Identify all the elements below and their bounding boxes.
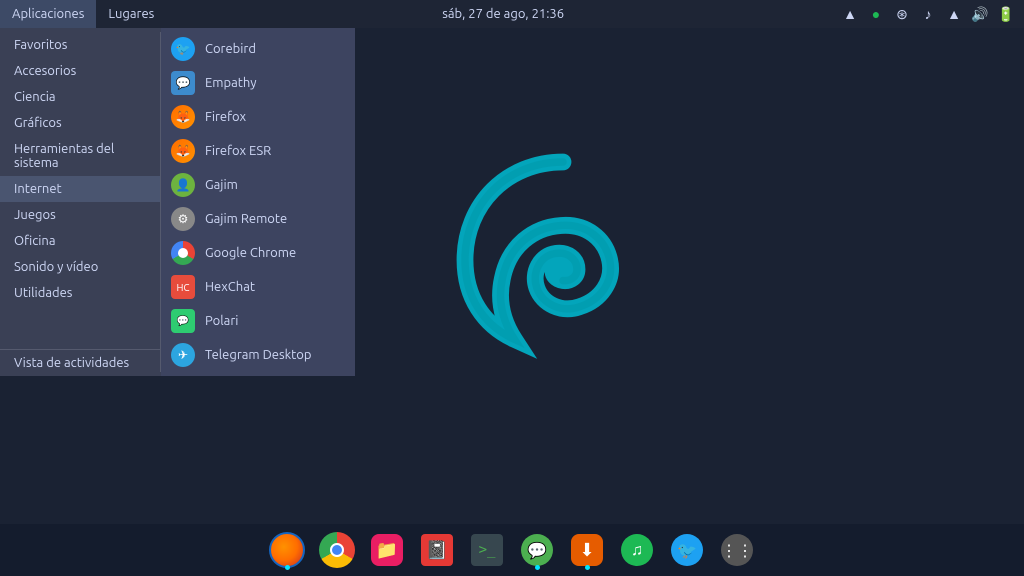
application-menu: Favoritos Accesorios Ciencia Gráficos He… xyxy=(0,28,355,376)
spotify-tray-icon[interactable]: ● xyxy=(866,4,886,24)
app-item-corebird[interactable]: 🐦 Corebird xyxy=(161,32,355,66)
gajim-remote-icon: ⚙ xyxy=(171,207,195,231)
dock-terminal[interactable]: >_ xyxy=(466,529,508,571)
firefox-esr-icon: 🦊 xyxy=(171,139,195,163)
polari-icon: 💬 xyxy=(171,309,195,333)
firefox-icon: 🦊 xyxy=(171,105,195,129)
transmission-active-dot xyxy=(585,565,590,570)
app-label-firefox: Firefox xyxy=(205,110,246,124)
sidebar-item-sonido[interactable]: Sonido y vídeo xyxy=(0,254,160,280)
firefox-dock-icon xyxy=(269,532,305,568)
wechat-dock-icon: 💬 xyxy=(521,534,553,566)
eject-icon[interactable]: ▲ xyxy=(840,4,860,24)
topbar-left: Aplicaciones Lugares xyxy=(0,0,166,28)
gajim-icon: 👤 xyxy=(171,173,195,197)
debian-swirl-logo xyxy=(423,134,703,414)
battery-icon[interactable]: 🔋 xyxy=(996,4,1016,24)
wifi-icon[interactable]: ▲ xyxy=(944,4,964,24)
menu-sidebar: Favoritos Accesorios Ciencia Gráficos He… xyxy=(0,28,160,376)
sidebar-item-internet[interactable]: Internet xyxy=(0,176,160,202)
app-label-firefox-esr: Firefox ESR xyxy=(205,144,271,158)
menu-item-aplicaciones[interactable]: Aplicaciones xyxy=(0,0,96,28)
app-label-hexchat: HexChat xyxy=(205,280,255,294)
chrome-dock-icon xyxy=(319,532,355,568)
taskbar: 📁 📓 >_ 💬 ⬇ ♫ 🐦 ⋮⋮ xyxy=(0,524,1024,576)
sidebar-item-favoritos[interactable]: Favoritos xyxy=(0,32,160,58)
hexchat-icon: HC xyxy=(171,275,195,299)
app-item-empathy[interactable]: 💬 Empathy xyxy=(161,66,355,100)
menu-apps-list: 🐦 Corebird 💬 Empathy 🦊 Firefox 🦊 Firefox… xyxy=(161,28,355,376)
app-item-google-chrome[interactable]: Google Chrome xyxy=(161,236,355,270)
sidebar-item-ciencia[interactable]: Ciencia xyxy=(0,84,160,110)
sidebar-item-graficos[interactable]: Gráficos xyxy=(0,110,160,136)
twitter-dock-icon: 🐦 xyxy=(671,534,703,566)
dock-files[interactable]: 📁 xyxy=(366,529,408,571)
dock-rednotebook[interactable]: 📓 xyxy=(416,529,458,571)
app-label-telegram: Telegram Desktop xyxy=(205,348,311,362)
dock-wechat[interactable]: 💬 xyxy=(516,529,558,571)
app-item-firefox-esr[interactable]: 🦊 Firefox ESR xyxy=(161,134,355,168)
app-item-polari[interactable]: 💬 Polari xyxy=(161,304,355,338)
sidebar-item-utilidades[interactable]: Utilidades xyxy=(0,280,160,306)
sidebar-item-herramientas[interactable]: Herramientas del sistema xyxy=(0,136,160,176)
wechat-active-dot xyxy=(535,565,540,570)
corebird-icon: 🐦 xyxy=(171,37,195,61)
app-label-empathy: Empathy xyxy=(205,76,256,90)
topbar-right: ▲ ● ⊛ ♪ ▲ 🔊 🔋 xyxy=(840,4,1024,24)
topbar-datetime: sáb, 27 de ago, 21:36 xyxy=(166,7,840,21)
app-item-gajim[interactable]: 👤 Gajim xyxy=(161,168,355,202)
dock-spotify[interactable]: ♫ xyxy=(616,529,658,571)
dock-twitter[interactable]: 🐦 xyxy=(666,529,708,571)
telegram-icon: ✈ xyxy=(171,343,195,367)
app-item-gajim-remote[interactable]: ⚙ Gajim Remote xyxy=(161,202,355,236)
app-item-telegram[interactable]: ✈ Telegram Desktop xyxy=(161,338,355,372)
terminal-dock-icon: >_ xyxy=(471,534,503,566)
dock-apps-grid[interactable]: ⋮⋮ xyxy=(716,529,758,571)
menu-item-lugares[interactable]: Lugares xyxy=(96,0,166,28)
app-item-firefox[interactable]: 🦊 Firefox xyxy=(161,100,355,134)
chrome-dock-center xyxy=(330,543,344,557)
sidebar-item-oficina[interactable]: Oficina xyxy=(0,228,160,254)
empathy-icon: 💬 xyxy=(171,71,195,95)
vista-actividades-button[interactable]: Vista de actividades xyxy=(0,349,160,376)
app-label-corebird: Corebird xyxy=(205,42,256,56)
files-dock-icon: 📁 xyxy=(371,534,403,566)
transmission-dock-icon: ⬇ xyxy=(571,534,603,566)
app-label-polari: Polari xyxy=(205,314,238,328)
dock-transmission[interactable]: ⬇ xyxy=(566,529,608,571)
volume-icon[interactable]: 🔊 xyxy=(970,4,990,24)
sidebar-item-juegos[interactable]: Juegos xyxy=(0,202,160,228)
spotify-dock-icon: ♫ xyxy=(621,534,653,566)
network-icon[interactable]: ⊛ xyxy=(892,4,912,24)
music-icon[interactable]: ♪ xyxy=(918,4,938,24)
sidebar-item-accesorios[interactable]: Accesorios xyxy=(0,58,160,84)
firefox-active-dot xyxy=(285,565,290,570)
chrome-icon xyxy=(171,241,195,265)
dock-chrome[interactable] xyxy=(316,529,358,571)
app-label-google-chrome: Google Chrome xyxy=(205,246,296,260)
apps-grid-icon: ⋮⋮ xyxy=(721,534,753,566)
app-label-gajim-remote: Gajim Remote xyxy=(205,212,287,226)
dock-firefox[interactable] xyxy=(266,529,308,571)
rednotebook-icon: 📓 xyxy=(421,534,453,566)
app-label-gajim: Gajim xyxy=(205,178,238,192)
app-item-hexchat[interactable]: HC HexChat xyxy=(161,270,355,304)
topbar: Aplicaciones Lugares sáb, 27 de ago, 21:… xyxy=(0,0,1024,28)
